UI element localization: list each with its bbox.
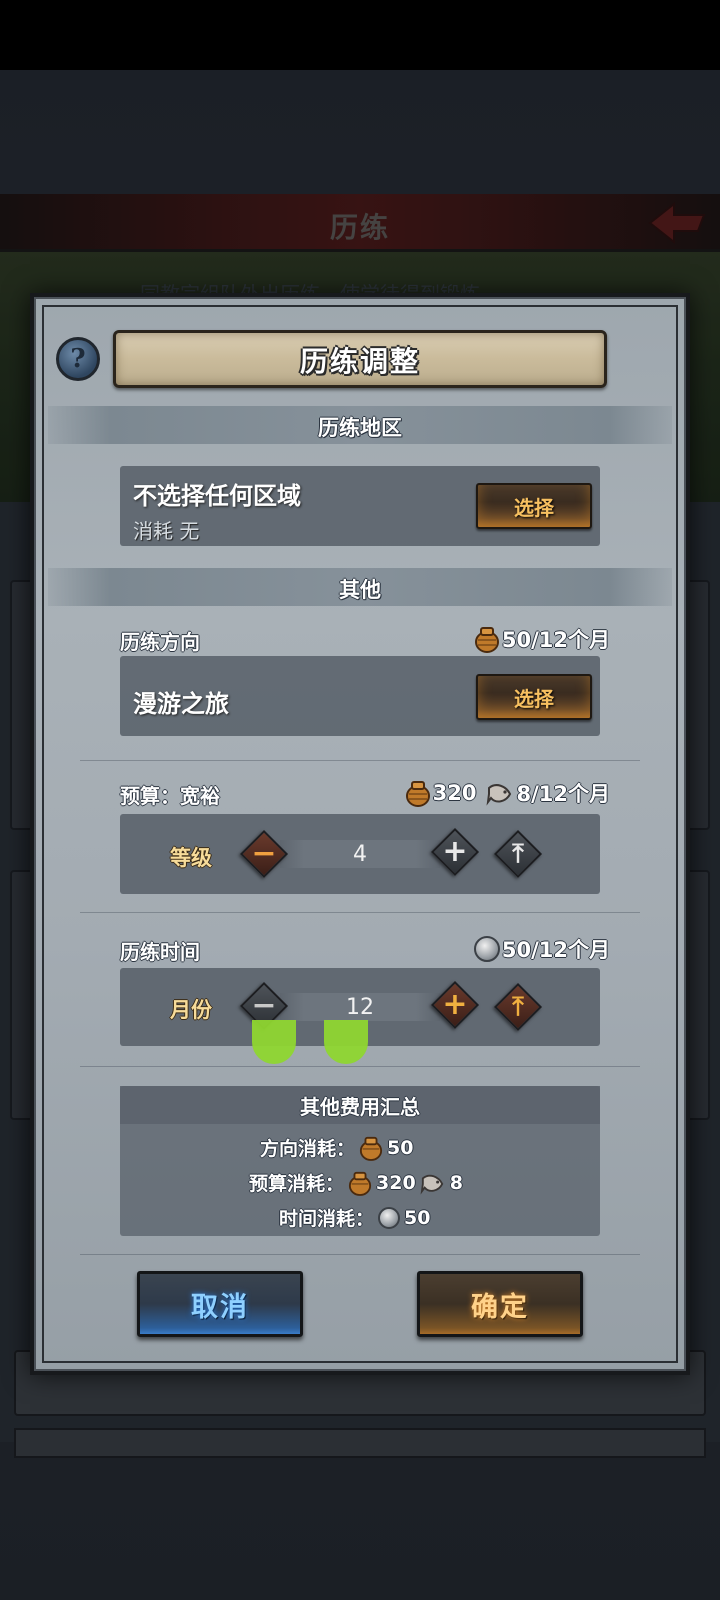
help-button[interactable]: ?	[56, 337, 100, 381]
fish-icon	[487, 784, 512, 806]
section-heading-other: 其他	[339, 578, 381, 602]
question-icon: ?	[70, 344, 86, 374]
level-max-button[interactable]: ⤒	[493, 829, 543, 879]
confirm-button[interactable]: 确定	[417, 1271, 583, 1337]
summary-label: 时间消耗：	[279, 1208, 375, 1230]
plus-icon: +	[442, 987, 468, 1022]
budget-cost-fish-value: 8/12个月	[516, 782, 610, 806]
select-direction-button[interactable]: 选择	[476, 674, 592, 720]
region-cost: 消耗 无	[133, 519, 200, 543]
level-label: 等级	[170, 846, 212, 870]
status-bar	[0, 0, 720, 70]
dialog-title: 历练调整	[299, 345, 420, 378]
grain-bag-icon	[359, 1136, 383, 1161]
summary-value: 50	[387, 1136, 414, 1159]
silver-coin-icon	[378, 1206, 401, 1229]
budget-label: 预算：宽裕	[120, 784, 220, 808]
max-arrow-icon: ⤒	[512, 992, 524, 1022]
level-value: 4	[280, 840, 440, 868]
divider	[80, 912, 640, 913]
select-region-button[interactable]: 选择	[476, 483, 592, 529]
month-value: 12	[280, 993, 440, 1021]
fish-icon	[420, 1174, 443, 1195]
grain-bag-icon	[405, 781, 430, 807]
level-decrease-button[interactable]: −	[239, 829, 289, 879]
budget-cost: 320 8/12个月	[405, 778, 610, 808]
summary-value: 50	[404, 1206, 431, 1229]
touch-indicator	[324, 1020, 368, 1064]
time-label: 历练时间	[120, 940, 200, 964]
max-arrow-icon: ⤒	[512, 839, 524, 869]
time-cost: 50/12个月	[473, 934, 610, 964]
silver-coin-icon	[473, 936, 500, 962]
divider	[80, 1254, 640, 1255]
grain-bag-icon	[348, 1171, 372, 1196]
summary-row-budget: 预算消耗： 320 8	[249, 1169, 463, 1196]
cancel-button[interactable]: 取消	[137, 1271, 303, 1337]
direction-label: 历练方向	[120, 630, 200, 654]
month-increase-button[interactable]: +	[430, 980, 480, 1030]
time-cost-value: 50/12个月	[501, 938, 610, 962]
direction-value: 漫游之旅	[133, 690, 229, 718]
summary-row-time: 时间消耗： 50	[279, 1204, 430, 1231]
divider	[80, 1066, 640, 1067]
summary-label: 预算消耗：	[249, 1173, 345, 1195]
summary-row-direction: 方向消耗： 50	[260, 1134, 413, 1161]
divider	[80, 760, 640, 761]
plus-icon: +	[442, 834, 468, 869]
direction-cost: 50/12个月	[474, 624, 610, 654]
budget-cost-bag-value: 320	[432, 781, 477, 805]
month-label: 月份	[170, 998, 212, 1022]
section-heading-region: 历练地区	[318, 416, 402, 440]
summary-value: 8	[449, 1171, 463, 1194]
region-name: 不选择任何区域	[133, 482, 301, 510]
cost-summary-title: 其他费用汇总	[300, 1095, 420, 1119]
grain-bag-icon	[474, 627, 499, 653]
minus-icon: −	[251, 836, 277, 871]
month-max-button[interactable]: ⤒	[493, 982, 543, 1032]
touch-indicator	[252, 1020, 296, 1064]
direction-cost-value: 50/12个月	[501, 628, 610, 652]
summary-label: 方向消耗：	[260, 1138, 356, 1160]
level-increase-button[interactable]: +	[430, 827, 480, 877]
summary-value: 320	[376, 1171, 416, 1194]
